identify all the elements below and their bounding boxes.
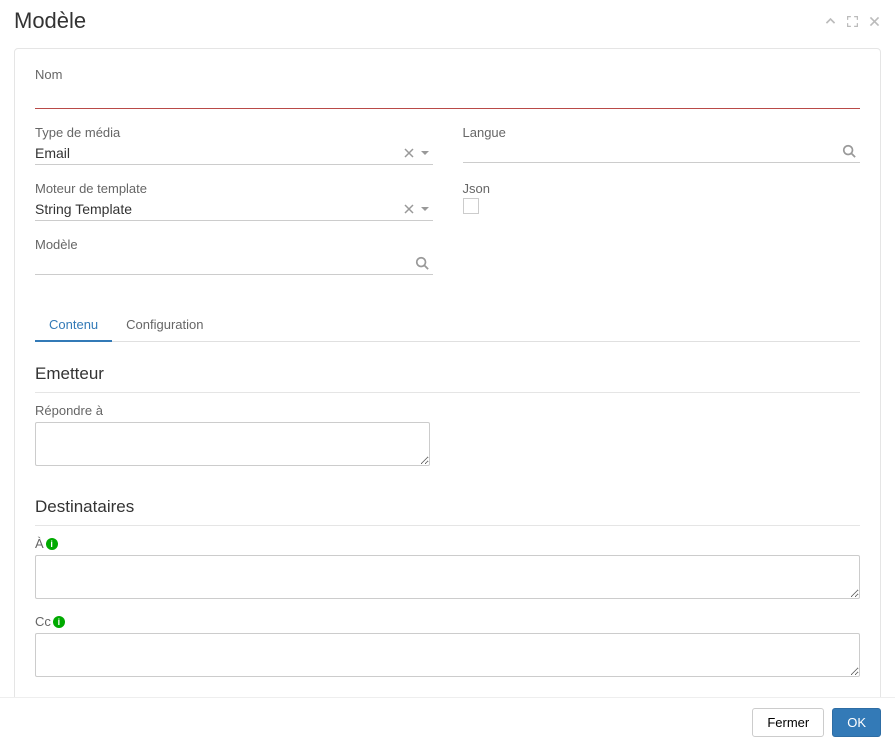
field-engine: Moteur de template String Template xyxy=(35,181,433,221)
modal-footer: Fermer OK xyxy=(0,697,895,747)
modal-window-controls xyxy=(823,14,881,28)
modal-header: Modèle xyxy=(0,0,895,40)
name-input[interactable] xyxy=(35,84,860,109)
language-label: Langue xyxy=(463,125,861,140)
to-textarea[interactable] xyxy=(35,555,860,599)
tab-content[interactable]: Contenu xyxy=(35,309,112,342)
clear-icon[interactable] xyxy=(403,147,415,159)
to-label: À i xyxy=(35,536,860,551)
language-value xyxy=(463,142,843,162)
media-type-value: Email xyxy=(35,142,403,164)
search-icon[interactable] xyxy=(842,144,860,161)
collapse-icon[interactable] xyxy=(823,14,837,28)
ok-button[interactable]: OK xyxy=(832,708,881,737)
chevron-down-icon[interactable] xyxy=(419,203,431,215)
modal-body: Nom Type de média Email xyxy=(0,40,895,697)
json-checkbox[interactable] xyxy=(463,198,479,214)
reply-to-textarea[interactable] xyxy=(35,422,430,466)
section-emitter: Emetteur Répondre à xyxy=(35,358,860,469)
engine-select[interactable]: String Template xyxy=(35,198,433,221)
clear-icon[interactable] xyxy=(403,203,415,215)
tabs: Contenu Configuration xyxy=(35,309,860,342)
model-label: Modèle xyxy=(35,237,433,252)
reply-to-label: Répondre à xyxy=(35,403,860,418)
info-icon[interactable]: i xyxy=(46,538,58,550)
tab-configuration[interactable]: Configuration xyxy=(112,309,217,342)
recipients-title: Destinataires xyxy=(35,491,860,526)
cc-textarea[interactable] xyxy=(35,633,860,677)
form-card: Nom Type de média Email xyxy=(14,48,881,697)
cc-label: Cc i xyxy=(35,614,860,629)
emitter-title: Emetteur xyxy=(35,358,860,393)
field-media-type: Type de média Email xyxy=(35,125,433,165)
field-language: Langue xyxy=(463,125,861,163)
modal-title: Modèle xyxy=(14,8,86,34)
name-label: Nom xyxy=(35,67,860,82)
model-value xyxy=(35,254,415,274)
search-icon[interactable] xyxy=(415,256,433,273)
chevron-down-icon[interactable] xyxy=(419,147,431,159)
media-type-label: Type de média xyxy=(35,125,433,140)
field-name: Nom xyxy=(35,67,860,109)
engine-value: String Template xyxy=(35,198,403,220)
json-label: Json xyxy=(463,181,861,196)
language-search[interactable] xyxy=(463,142,861,163)
close-icon[interactable] xyxy=(867,14,881,28)
info-icon[interactable]: i xyxy=(53,616,65,628)
field-json: Json xyxy=(463,181,861,214)
field-model: Modèle xyxy=(35,237,433,275)
expand-icon[interactable] xyxy=(845,14,859,28)
engine-label: Moteur de template xyxy=(35,181,433,196)
section-recipients: Destinataires À i Cc i xyxy=(35,491,860,680)
modal-dialog: Modèle Nom Type de médi xyxy=(0,0,895,747)
media-type-select[interactable]: Email xyxy=(35,142,433,165)
close-button[interactable]: Fermer xyxy=(752,708,824,737)
model-search[interactable] xyxy=(35,254,433,275)
